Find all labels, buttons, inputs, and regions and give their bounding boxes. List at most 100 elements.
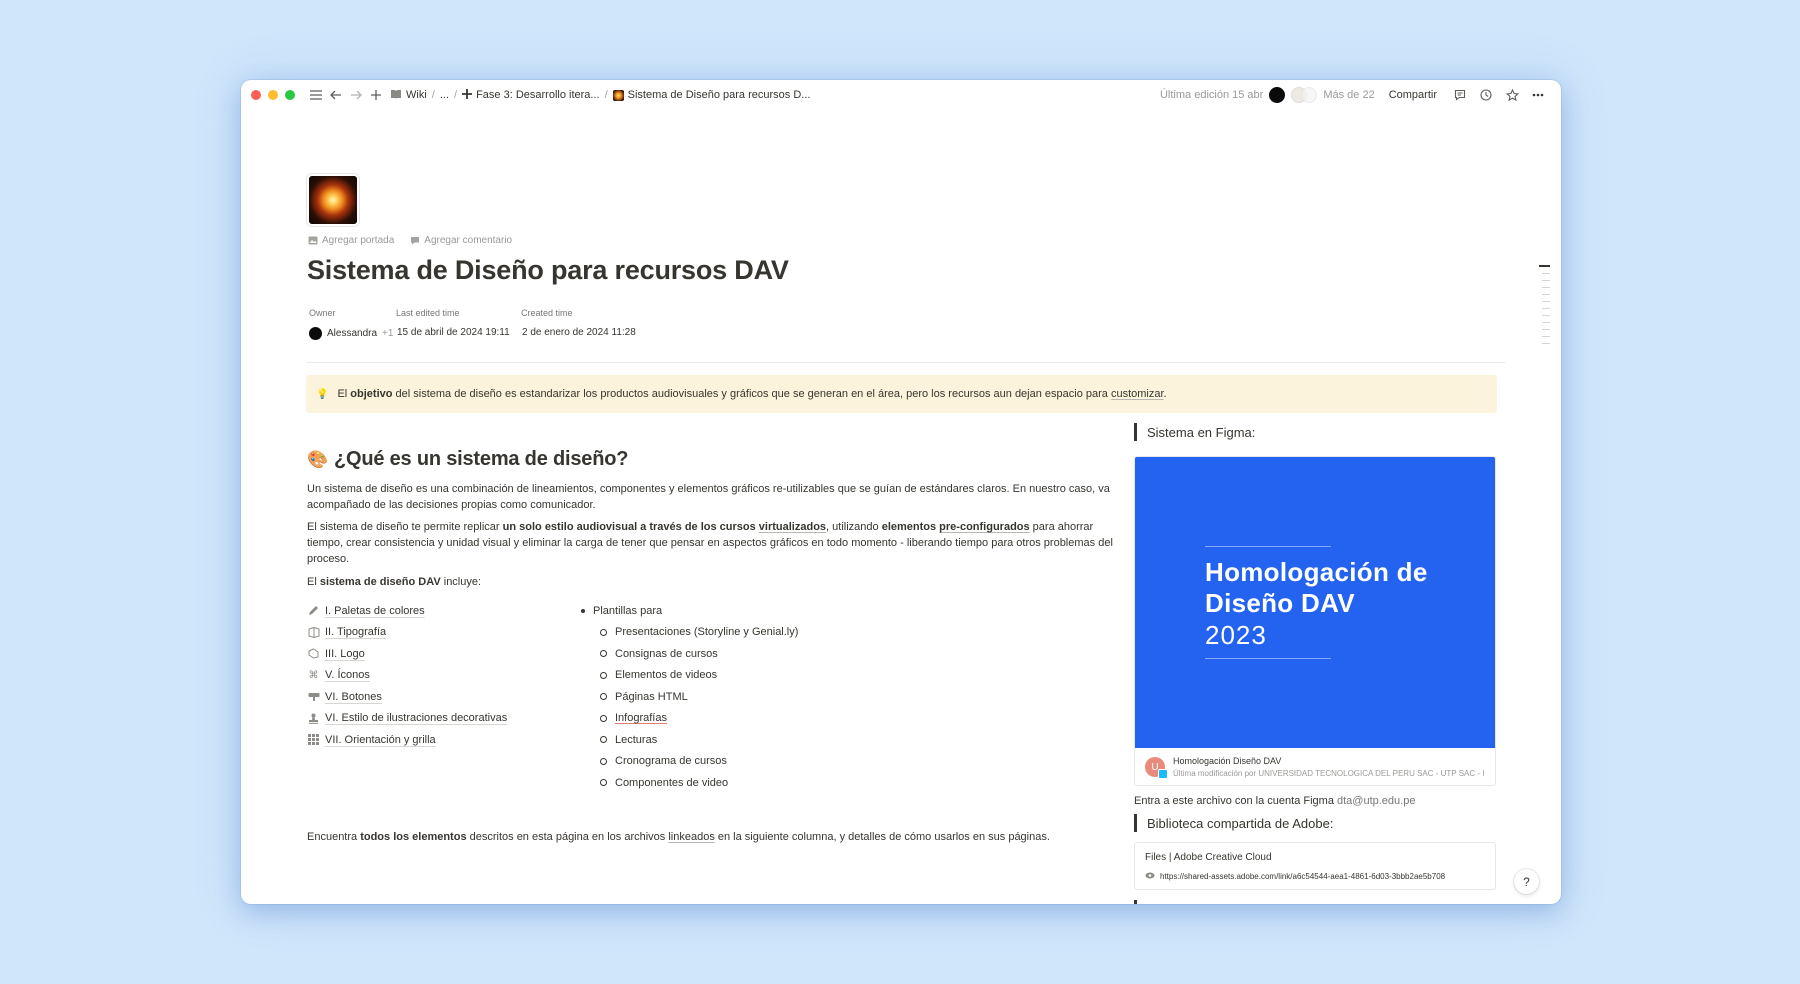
link-icon [1145,872,1155,881]
paragraph-benefits[interactable]: El sistema de diseño te permite replicar… [307,519,1113,567]
topbar-right: Última edición 15 abr Más de 22 Comparti… [1160,86,1549,104]
close-window-button[interactable] [251,90,261,100]
button-icon [307,690,320,703]
owner-name: Alessandra [327,328,378,339]
minimize-window-button[interactable] [268,90,278,100]
paragraph-definition[interactable]: Un sistema de diseño es una combinación … [307,481,1113,513]
palette-icon: 🎨 [307,449,328,469]
breadcrumb-fase-3[interactable]: Fase 3: Desarrollo itera... [459,88,603,102]
list-item[interactable]: Páginas HTML [581,686,798,708]
top-bar: Wiki / ... / Fase 3: Desarrollo itera...… [241,80,1561,110]
page-title[interactable]: Sistema de Diseño para recursos DAV [307,255,789,286]
paragraph-footer[interactable]: Encuentra todos los elementos descritos … [307,829,1113,845]
callout-text: El objetivo del sistema de diseño es est… [337,388,1167,400]
command-icon: ⌘ [308,669,319,681]
help-button[interactable]: ? [1514,869,1539,894]
zoom-window-button[interactable] [285,90,295,100]
comment-icon [411,237,420,245]
list-item[interactable]: Plantillas para [581,600,798,622]
back-arrow-icon[interactable] [327,86,345,104]
menu-icon[interactable] [307,86,325,104]
page-icon-sparkler[interactable] [309,176,357,224]
owner-property[interactable]: Owner Alessandra +1 [309,308,396,340]
templates-list: Plantillas para Presentaciones (Storylin… [581,600,798,794]
more-collaborators-text[interactable]: Más de 22 [1323,89,1374,101]
list-item[interactable]: Infografías [581,708,798,730]
typography-icon [307,626,320,639]
page-link-ilustraciones[interactable]: VI. Estilo de ilustraciones decorativas [307,708,507,730]
share-button[interactable]: Compartir [1389,89,1437,101]
figma-file-info: U Homologación Diseño DAV Última modific… [1135,748,1495,785]
add-cover-button[interactable]: Agregar portada [308,235,394,246]
forward-arrow-icon[interactable] [347,86,365,104]
breadcrumb-current-page[interactable]: Sistema de Diseño para recursos D... [610,89,814,101]
page-link-grilla[interactable]: VII. Orientación y grilla [307,729,507,751]
figma-art-title-line1: Homologación de [1205,557,1428,587]
list-item[interactable]: Cronograma de cursos [581,751,798,773]
page-controls: Agregar portada Agregar comentario [308,235,512,246]
section-heading[interactable]: 🎨 ¿Qué es un sistema de diseño? [307,448,628,471]
new-page-plus-icon[interactable] [367,86,385,104]
list-item[interactable]: Elementos de videos [581,665,798,687]
figma-note: Entra a este archivo con la cuenta Figma… [1134,795,1416,807]
page-link-iconos[interactable]: ⌘ V. Íconos [307,665,507,687]
avatar [309,327,322,340]
list-item[interactable]: Presentaciones (Storyline y Genial.ly) [581,622,798,644]
figma-art-title-line2: Diseño DAV [1205,588,1355,618]
subpage-links: I. Paletas de colores II. Tipografía III… [307,600,507,751]
add-comment-button[interactable]: Agregar comentario [410,235,512,246]
page-link-botones[interactable]: VI. Botones [307,686,507,708]
figma-file-name: Homologación Diseño DAV [1173,756,1282,766]
window-controls [251,90,295,100]
sparkler-icon [612,89,624,101]
figma-avatar-icon: U [1145,757,1168,779]
list-item[interactable]: Lecturas [581,729,798,751]
pencil-icon [307,604,320,617]
list-item[interactable]: Componentes de video [581,772,798,794]
created-value: 2 de enero de 2024 11:28 [522,327,636,338]
owner-extra-count: +1 [382,328,394,339]
last-edited-text: Última edición 15 abr [1159,89,1264,101]
figma-embed[interactable]: Homologación de Diseño DAV 2023 U Homolo… [1134,456,1496,786]
image-icon [308,236,318,245]
objective-callout[interactable]: 💡 El objetivo del sistema de diseño es e… [306,375,1497,413]
page-link-paletas[interactable]: I. Paletas de colores [307,600,507,622]
property-label: Created time [521,308,573,318]
list-item[interactable]: Consignas de cursos [581,643,798,665]
adobe-heading[interactable]: Biblioteca compartida de Adobe: [1134,814,1333,832]
divider [307,362,1505,363]
figma-file-modified: Última modificación por UNIVERSIDAD TECN… [1173,769,1485,778]
avatar[interactable] [1269,87,1286,103]
property-label: Last edited time [396,308,460,318]
book-icon [390,89,402,102]
adobe-url: https://shared-assets.adobe.com/link/a6c… [1160,872,1446,881]
figma-art-year: 2023 [1205,620,1267,650]
adobe-title: Files | Adobe Creative Cloud [1145,852,1272,863]
history-clock-icon[interactable] [1477,86,1495,104]
lightbulb-icon: 💡 [316,388,329,400]
grid-icon [307,733,320,746]
avatar[interactable] [1301,87,1318,103]
last-edited-value: 15 de abril de 2024 19:11 [397,327,510,338]
figma-email[interactable]: dta@utp.edu.pe [1337,795,1415,807]
property-label: Owner [309,308,336,318]
browser-window: Wiki / ... / Fase 3: Desarrollo itera...… [241,80,1561,904]
figma-preview: Homologación de Diseño DAV 2023 [1135,457,1495,748]
paragraph-includes[interactable]: El sistema de diseño DAV incluye: [307,574,1113,590]
page-link-logo[interactable]: III. Logo [307,643,507,665]
comment-icon[interactable] [1451,86,1469,104]
figma-heading[interactable]: Sistema en Figma: [1134,423,1255,441]
logo-icon [307,647,320,660]
adobe-bookmark[interactable]: Files | Adobe Creative Cloud https://sha… [1134,842,1496,890]
breadcrumb-ellipsis[interactable]: ... [437,89,452,101]
star-icon[interactable] [1503,86,1521,104]
more-options-icon[interactable] [1529,86,1547,104]
page-link-tipografia[interactable]: II. Tipografía [307,622,507,644]
created-property[interactable]: Created time 2 de enero de 2024 11:28 [521,308,636,340]
last-edited-property[interactable]: Last edited time 15 de abril de 2024 19:… [396,308,521,340]
breadcrumb-wiki[interactable]: Wiki [387,89,430,102]
page-properties: Owner Alessandra +1 Last edited time 15 … [309,308,636,340]
stamp-icon [307,712,320,725]
plus-icon [462,88,473,102]
table-of-contents-minimap[interactable] [1539,265,1550,344]
